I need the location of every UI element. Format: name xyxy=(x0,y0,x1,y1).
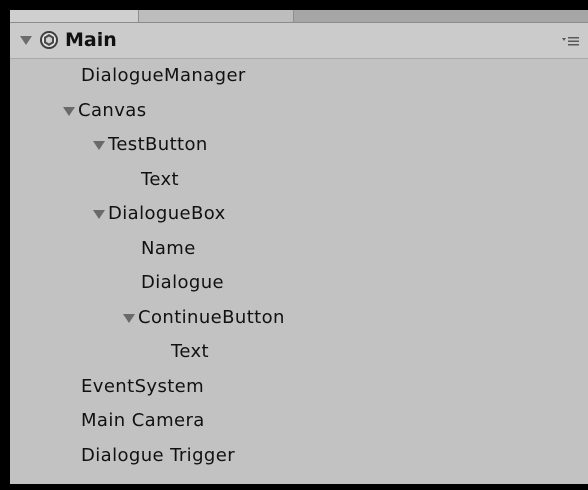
foldout-arrow-icon[interactable] xyxy=(123,313,135,323)
hierarchy-item[interactable]: Dialogue Trigger xyxy=(10,439,588,474)
hierarchy-item[interactable]: Main Camera xyxy=(10,404,588,439)
hierarchy-item-label: Text xyxy=(141,168,180,190)
hierarchy-item[interactable]: Dialogue xyxy=(10,266,588,301)
unity-scene-icon xyxy=(40,31,58,49)
hierarchy-item-label: ContinueButton xyxy=(138,306,285,328)
hierarchy-item[interactable]: DialogueBox xyxy=(10,197,588,232)
tab-secondary[interactable] xyxy=(139,10,294,22)
scene-foldout-arrow-icon[interactable] xyxy=(20,36,32,45)
hierarchy-item[interactable]: ContinueButton xyxy=(10,301,588,336)
window-frame: Main DialogueManager Canvas TestButton Text… xyxy=(0,0,588,490)
hierarchy-item[interactable]: EventSystem xyxy=(10,370,588,405)
hierarchy-item-label: EventSystem xyxy=(81,375,205,397)
hierarchy-item-label: Name xyxy=(141,237,196,259)
foldout-arrow-icon[interactable] xyxy=(63,106,75,116)
hierarchy-item-label: DialogueBox xyxy=(108,203,226,224)
hierarchy-item-label: DialogueManager xyxy=(81,65,246,86)
context-menu-icon[interactable] xyxy=(562,35,580,47)
hierarchy-item-label: TestButton xyxy=(108,134,208,155)
hierarchy-item[interactable]: Canvas xyxy=(10,94,588,129)
hierarchy-item-label: Canvas xyxy=(78,99,147,121)
hierarchy-item[interactable]: DialogueManager xyxy=(10,59,588,94)
hierarchy-item-label: Dialogue Trigger xyxy=(81,444,236,466)
hierarchy-item[interactable]: Text xyxy=(10,163,588,198)
panel-tab-strip xyxy=(10,10,588,23)
hierarchy-item-label: Dialogue xyxy=(141,272,225,293)
hierarchy-item[interactable]: TestButton xyxy=(10,128,588,163)
hierarchy-item-label: Text xyxy=(171,341,210,362)
scene-title: Main xyxy=(65,29,117,51)
foldout-arrow-icon[interactable] xyxy=(93,141,105,150)
tab-hierarchy[interactable] xyxy=(10,10,139,22)
foldout-arrow-icon[interactable] xyxy=(93,210,105,219)
scene-header-row[interactable]: Main xyxy=(10,23,588,59)
hierarchy-panel: Main DialogueManager Canvas TestButton Text… xyxy=(10,10,588,484)
hierarchy-item[interactable]: Text xyxy=(10,335,588,370)
hierarchy-item-label: Main Camera xyxy=(81,410,205,431)
hierarchy-item[interactable]: Name xyxy=(10,232,588,267)
hierarchy-tree: DialogueManager Canvas TestButton Text Dialo… xyxy=(10,59,588,473)
